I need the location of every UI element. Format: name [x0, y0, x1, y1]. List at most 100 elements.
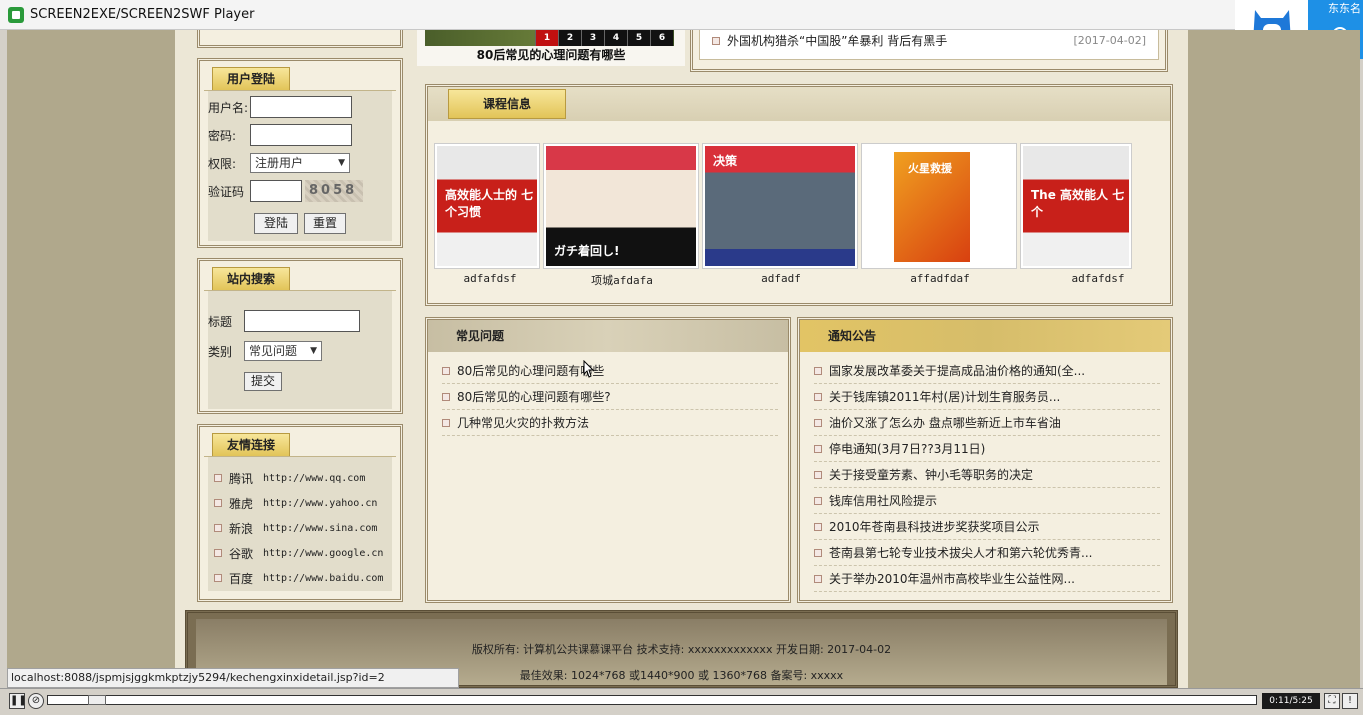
captcha-image[interactable]: 8058 [305, 180, 363, 202]
news-carousel: 1 2 3 4 5 6 80后常见的心理问题有哪些 [417, 30, 685, 66]
notice-item[interactable]: 2010年苍南县科技进步奖获奖项目公示 [814, 514, 1160, 540]
pause-button[interactable]: ❚❚ [9, 693, 27, 709]
bullet-icon [814, 548, 822, 557]
course-thumb-2[interactable]: ガチ着回し! [543, 143, 699, 269]
captcha-label: 验证码 [208, 184, 245, 199]
seek-handle[interactable] [88, 695, 107, 705]
notice-item[interactable]: 关于接受童芳素、钟小毛等职务的决定 [814, 462, 1160, 488]
bullet-icon [214, 524, 222, 532]
carousel-page-1[interactable]: 1 [535, 30, 558, 46]
notice-item[interactable]: 关于钱库镇2011年村(居)计划生育服务员... [814, 384, 1160, 410]
bullet-icon [442, 366, 450, 375]
search-title-label: 标题 [208, 314, 233, 329]
course-tab: 课程信息 [448, 89, 566, 119]
role-label: 权限: [208, 156, 237, 171]
search-category-select[interactable]: 常见问题 ▼ [244, 341, 322, 361]
faq-item[interactable]: 80后常见的心理问题有哪些 [442, 358, 778, 384]
link-item-qq[interactable]: 腾讯 http://www.qq.com [214, 469, 365, 487]
browser-viewport: 用户登陆 用户名: 密码: 权限: 注册用户 ▼ 验证码 8058 登陆 重置 … [7, 30, 1360, 688]
carousel-page-3[interactable]: 3 [581, 30, 604, 46]
course-panel: 课程信息 高效能人士的 七个习惯 ガチ着回し! 决策 火星救援 The 高效能人… [425, 84, 1173, 306]
course-thumb-3[interactable]: 决策 [702, 143, 858, 269]
login-panel: 用户登陆 用户名: 密码: 权限: 注册用户 ▼ 验证码 8058 登陆 重置 [197, 58, 403, 248]
bullet-icon [214, 574, 222, 582]
login-tab: 用户登陆 [212, 67, 291, 91]
bullet-icon [814, 366, 822, 375]
links-tab: 友情连接 [212, 433, 291, 457]
course-thumb-1[interactable]: 高效能人士的 七个习惯 [434, 143, 540, 269]
course-caption-5[interactable]: adfafdsf [1020, 272, 1176, 285]
search-submit-button[interactable]: 提交 [244, 371, 283, 391]
login-button[interactable]: 登陆 [254, 212, 298, 234]
course-thumb-5[interactable]: The 高效能人 七个 [1020, 143, 1132, 269]
carousel-caption[interactable]: 80后常见的心理问题有哪些 [417, 46, 685, 63]
window-titlebar: SCREEN2EXE/SCREEN2SWF Player [0, 0, 1363, 30]
faq-item[interactable]: 80后常见的心理问题有哪些? [442, 384, 778, 410]
faq-panel: 常见问题 80后常见的心理问题有哪些 80后常见的心理问题有哪些? 几种常见火灾… [425, 317, 791, 603]
username-input[interactable] [250, 96, 352, 118]
bullet-icon [814, 574, 822, 583]
notice-item[interactable]: 苍南县第七轮专业技术拔尖人才和第六轮优秀青... [814, 540, 1160, 566]
course-thumbnails: 高效能人士的 七个习惯 ガチ着回し! 决策 火星救援 The 高效能人 七个 [434, 143, 1135, 269]
notice-item[interactable]: 钱库信用社风险提示 [814, 488, 1160, 514]
notice-item[interactable]: 停电通知(3月7日??3月11日) [814, 436, 1160, 462]
mouse-cursor-icon [583, 360, 595, 378]
notice-item[interactable]: 关于举办2010年温州市高校毕业生公益性网... [814, 566, 1160, 592]
role-select-value: 注册用户 [255, 156, 304, 170]
course-caption-3[interactable]: adfadf [703, 272, 859, 285]
faq-title: 常见问题 [428, 320, 788, 352]
password-input[interactable] [250, 124, 352, 146]
faq-item[interactable]: 几种常见火灾的扑救方法 [442, 410, 778, 436]
course-caption-2[interactable]: 项城afdafa [544, 272, 700, 288]
search-tab: 站内搜索 [212, 267, 291, 291]
notice-panel: 通知公告 国家发展改革委关于提高成品油价格的通知(全... 关于钱库镇2011年… [797, 317, 1173, 603]
username-label: 用户名: [208, 100, 249, 115]
notice-item[interactable]: 国家发展改革委关于提高成品油价格的通知(全... [814, 358, 1160, 384]
bullet-icon [442, 418, 450, 427]
widget-brand: 东东名 [1328, 2, 1361, 15]
status-bar-url: localhost:8088/jspmjsjggkmkptzjy5294/kec… [7, 668, 459, 688]
course-thumb-4[interactable]: 火星救援 [861, 143, 1017, 269]
carousel-page-2[interactable]: 2 [558, 30, 581, 46]
role-select[interactable]: 注册用户 ▼ [250, 153, 350, 173]
carousel-page-5[interactable]: 5 [627, 30, 650, 46]
left-panel-top [197, 30, 403, 48]
footer-copyright: 版权所有: 计算机公共课慕课平台 技术支持: xxxxxxxxxxxxx 开发日… [471, 643, 892, 656]
bullet-icon [214, 549, 222, 557]
seek-track[interactable] [47, 695, 1257, 705]
reset-button[interactable]: 重置 [304, 212, 346, 234]
stop-button[interactable]: ⊘ [28, 693, 44, 709]
search-panel: 站内搜索 标题 类别 常见问题 ▼ 提交 [197, 258, 403, 414]
notice-item[interactable]: 油价又涨了怎么办 盘点哪些新近上市车省油 [814, 410, 1160, 436]
link-item-yahoo[interactable]: 雅虎 http://www.yahoo.cn [214, 494, 377, 512]
bullet-icon [214, 474, 222, 482]
info-button[interactable]: ! [1342, 693, 1358, 709]
bullet-icon [712, 36, 720, 45]
carousel-pager: 1 2 3 4 5 6 [535, 30, 673, 46]
search-category-label: 类别 [208, 344, 233, 359]
bullet-icon [814, 522, 822, 531]
link-item-baidu[interactable]: 百度 http://www.baidu.com [214, 569, 383, 587]
bullet-icon [214, 499, 222, 507]
playback-time: 0:11/5:25 [1262, 693, 1320, 709]
chevron-down-icon: ▼ [338, 158, 345, 168]
carousel-page-4[interactable]: 4 [604, 30, 627, 46]
top-news-item[interactable]: 外国机构猎杀“中国股”牟暴利 背后有黑手 [2017-04-02] [712, 32, 1146, 49]
carousel-page-6[interactable]: 6 [650, 30, 673, 46]
bullet-icon [814, 470, 822, 479]
password-label: 密码: [208, 128, 237, 143]
search-title-input[interactable] [244, 310, 360, 332]
notice-title: 通知公告 [800, 320, 1170, 352]
site-page: 用户登陆 用户名: 密码: 权限: 注册用户 ▼ 验证码 8058 登陆 重置 … [175, 30, 1188, 688]
course-caption-4[interactable]: affadfdaf [862, 272, 1018, 285]
search-category-value: 常见问题 [249, 344, 298, 358]
window-title: SCREEN2EXE/SCREEN2SWF Player [30, 7, 255, 22]
bullet-icon [814, 418, 822, 427]
bullet-icon [814, 444, 822, 453]
top-news-box: 外国机构猎杀“中国股”牟暴利 背后有黑手 [2017-04-02] [690, 30, 1168, 72]
link-item-sina[interactable]: 新浪 http://www.sina.com [214, 519, 377, 537]
top-news-title: 外国机构猎杀“中国股”牟暴利 背后有黑手 [727, 34, 948, 48]
link-item-google[interactable]: 谷歌 http://www.google.cn [214, 544, 383, 562]
fullscreen-button[interactable]: ⛶ [1324, 693, 1340, 709]
captcha-input[interactable] [250, 180, 302, 202]
